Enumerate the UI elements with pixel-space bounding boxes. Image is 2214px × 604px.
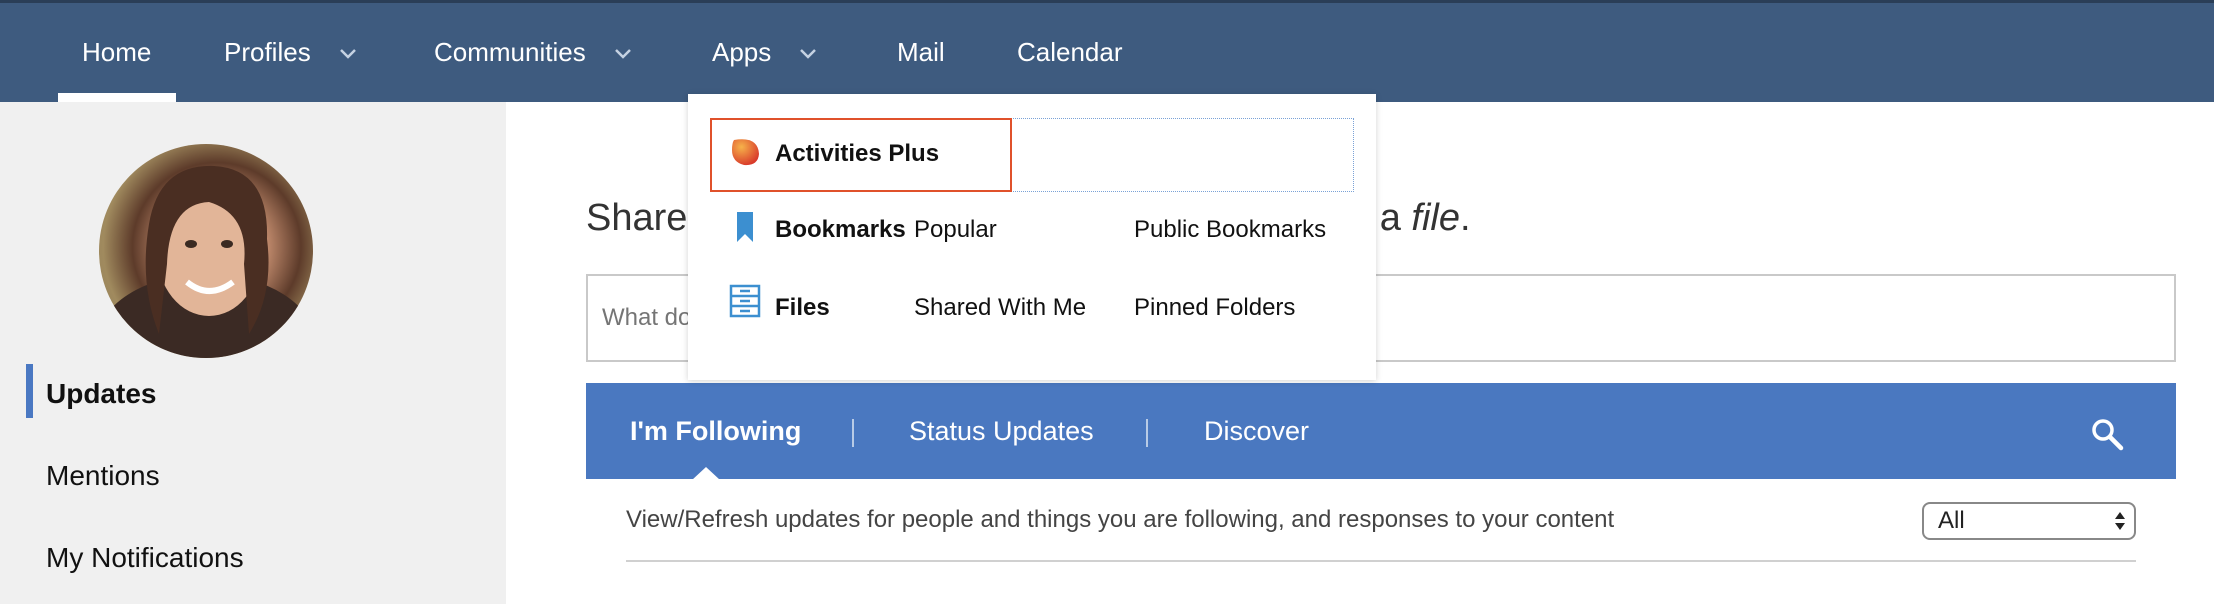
- nav-profiles-label: Profiles: [224, 37, 311, 67]
- menu-link-public-bookmarks[interactable]: Public Bookmarks: [1134, 216, 1326, 244]
- tab-separator: [852, 419, 854, 447]
- nav-mail[interactable]: Mail: [897, 3, 945, 102]
- menu-link-popular[interactable]: Popular: [914, 216, 997, 244]
- share-title: Share: [586, 197, 687, 240]
- nav-calendar-label: Calendar: [1017, 37, 1123, 67]
- sidebar-item-my-notifications[interactable]: My Notifications: [46, 542, 244, 574]
- stream-divider: [626, 560, 2136, 562]
- nav-communities[interactable]: Communities: [434, 3, 634, 102]
- filter-select-value: All: [1938, 507, 1965, 534]
- avatar[interactable]: [99, 144, 313, 358]
- menu-link-pinned-folders[interactable]: Pinned Folders: [1134, 294, 1295, 322]
- files-icon: [729, 284, 761, 318]
- share-title-file: file: [1411, 197, 1460, 239]
- menu-row-bookmarks: Bookmarks Popular Public Bookmarks: [710, 196, 1354, 270]
- menu-item-highlight: [710, 118, 1012, 192]
- tab-discover[interactable]: Discover: [1204, 383, 1309, 479]
- sidebar-active-indicator: [26, 364, 33, 418]
- sidebar-item-updates[interactable]: Updates: [46, 378, 156, 410]
- nav-profiles[interactable]: Profiles: [224, 3, 359, 102]
- chevron-down-icon: [339, 48, 356, 59]
- menu-item-bookmarks[interactable]: Bookmarks: [775, 216, 906, 244]
- nav-apps-label: Apps: [712, 37, 772, 67]
- chevron-down-icon: [614, 48, 631, 59]
- nav-home-label: Home: [82, 37, 152, 67]
- search-icon[interactable]: [2090, 417, 2124, 451]
- tab-im-following[interactable]: I'm Following: [630, 383, 801, 479]
- nav-apps[interactable]: Apps: [712, 3, 819, 102]
- nav-calendar[interactable]: Calendar: [1017, 3, 1123, 102]
- tab-status-updates[interactable]: Status Updates: [909, 383, 1094, 479]
- chevron-down-icon: [800, 48, 817, 59]
- active-tab-caret: [692, 467, 720, 480]
- nav-home[interactable]: Home: [82, 3, 151, 102]
- share-title-end: .: [1459, 197, 1471, 239]
- nav-communities-label: Communities: [434, 37, 586, 67]
- menu-link-shared-with-me[interactable]: Shared With Me: [914, 294, 1086, 322]
- stream-tabbar: I'm Following Status Updates Discover: [586, 383, 2176, 479]
- select-arrows-icon: [2115, 512, 2125, 530]
- menu-row-files: Files Shared With Me Pinned Folders: [710, 274, 1354, 348]
- filter-select[interactable]: All: [1922, 502, 2136, 540]
- apps-dropdown-menu: Activities Plus Bookmarks Popular Public…: [688, 94, 1376, 380]
- bookmark-icon: [737, 212, 753, 242]
- sidebar-item-mentions[interactable]: Mentions: [46, 460, 160, 492]
- share-title-start: Share: [586, 197, 688, 239]
- top-nav: Home Profiles Communities Apps Mail Cale…: [0, 0, 2214, 105]
- avatar-photo: [99, 165, 313, 358]
- tab-separator: [1146, 419, 1148, 447]
- menu-item-files[interactable]: Files: [775, 294, 830, 322]
- nav-mail-label: Mail: [897, 37, 945, 67]
- filter-description: View/Refresh updates for people and thin…: [626, 506, 1615, 533]
- sidebar: Updates Mentions My Notifications: [0, 102, 506, 604]
